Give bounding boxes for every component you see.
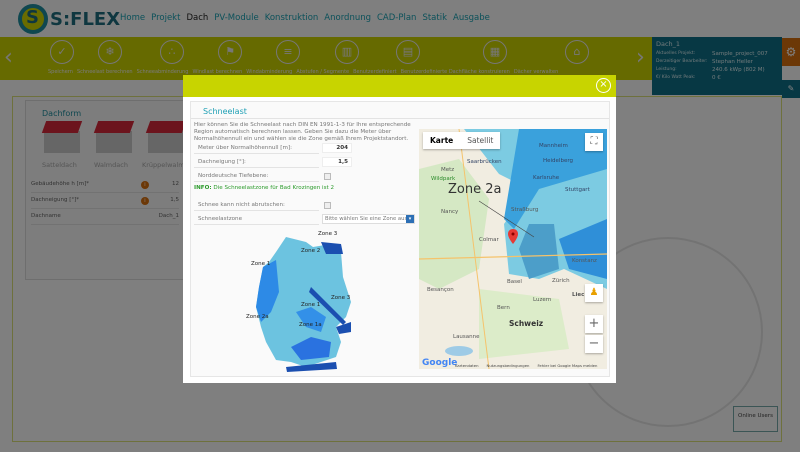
map-place: Wildpark xyxy=(431,176,456,182)
panel-title: Schneelast xyxy=(203,107,247,116)
google-map[interactable]: Karte Satellit ⛶ ♟ + − Zone 2a Metz Wild… xyxy=(419,129,607,369)
terms-link[interactable]: Nutzungsbedingungen xyxy=(487,363,530,368)
map-data-link[interactable]: Kartendaten xyxy=(455,363,479,368)
tab-satellit[interactable]: Satellit xyxy=(460,132,500,149)
map-place: Heidelberg xyxy=(543,158,573,164)
info-text: Die Schneelastzone für Bad Krozingen ist… xyxy=(213,185,335,191)
zone-label-1a: Zone 1a xyxy=(299,322,322,328)
map-place: Luzern xyxy=(533,297,552,303)
zone-label: Schneelastzone xyxy=(194,214,319,225)
height-input[interactable]: 204 xyxy=(322,143,352,153)
lowland-row: Norddeutsche Tiefebene: xyxy=(194,171,419,182)
schneelast-modal: × Schneelast Hier können Sie die Schneel… xyxy=(183,75,616,383)
map-place: Lausanne xyxy=(453,334,480,340)
map-place: Schweiz xyxy=(509,319,544,328)
pegman-icon[interactable]: ♟ xyxy=(585,284,603,302)
info-prefix: INFO: xyxy=(194,185,212,191)
info-message: INFO: Die Schneelastzone für Bad Krozing… xyxy=(194,185,334,191)
map-place: Straßburg xyxy=(511,207,539,213)
tab-karte[interactable]: Karte xyxy=(423,132,460,149)
google-logo: Google xyxy=(422,358,458,368)
map-place: Saarbrücken xyxy=(467,159,502,165)
fullscreen-icon[interactable]: ⛶ xyxy=(585,133,603,151)
zoom-out-icon[interactable]: − xyxy=(585,335,603,353)
slope-label: Dachneigung [°]: xyxy=(194,157,319,168)
schneelast-panel: Schneelast Hier können Sie die Schneelas… xyxy=(190,101,610,377)
zone-label-1: Zone 1 xyxy=(301,302,321,308)
map-place: Colmar xyxy=(479,237,499,243)
slide-checkbox[interactable] xyxy=(324,202,331,209)
lowland-checkbox[interactable] xyxy=(324,173,331,180)
height-row: Meter über Normalhöhennull [m]: 204 xyxy=(194,143,419,154)
map-place: Zürich xyxy=(552,278,570,284)
slide-label: Schnee kann nicht abrutschen: xyxy=(194,200,319,211)
chevron-down-icon[interactable]: ▾ xyxy=(406,215,414,223)
zone-label-1: Zone 1 xyxy=(251,261,271,267)
map-place: Karlsruhe xyxy=(533,175,560,181)
zone-label-2: Zone 2 xyxy=(301,248,321,254)
map-pin-icon[interactable] xyxy=(508,229,518,244)
height-label: Meter über Normalhöhennull [m]: xyxy=(194,143,319,154)
map-place: Stuttgart xyxy=(565,187,590,193)
map-place: Liec xyxy=(572,292,585,298)
close-icon[interactable]: × xyxy=(596,78,611,93)
map-type-control: Karte Satellit xyxy=(423,132,501,149)
description-text: Hier können Sie die Schneelast nach DIN … xyxy=(194,122,411,142)
zone-select-value: Bitte wählen Sie eine Zone aus xyxy=(325,216,408,222)
map-place: Metz xyxy=(441,167,455,173)
map-place: Besançon xyxy=(427,287,454,293)
zoom-in-icon[interactable]: + xyxy=(585,315,603,333)
zone-label-2a: Zone 2a xyxy=(246,314,269,320)
map-zone-label: Zone 2a xyxy=(448,182,502,197)
slope-input[interactable]: 1,5 xyxy=(322,157,352,167)
slide-row: Schnee kann nicht abrutschen: xyxy=(194,200,419,211)
zone-label-3: Zone 3 xyxy=(318,231,338,237)
report-error-link[interactable]: Fehler bei Google Maps melden xyxy=(537,363,597,368)
map-place: Bern xyxy=(497,305,510,311)
map-place: Konstanz xyxy=(572,258,597,264)
zone-select[interactable]: Bitte wählen Sie eine Zone aus ▾ xyxy=(322,214,415,224)
snow-zone-map: Zone 3 Zone 2 Zone 1 Zone 1 Zone 3 Zone … xyxy=(246,231,361,374)
map-place: Basel xyxy=(507,279,522,285)
zone-row: Schneelastzone Bitte wählen Sie eine Zone… xyxy=(194,214,419,225)
slope-row: Dachneigung [°]: 1,5 xyxy=(194,157,419,168)
zone-label-3: Zone 3 xyxy=(331,295,351,301)
map-tiles xyxy=(419,129,607,369)
lowland-label: Norddeutsche Tiefebene: xyxy=(194,171,319,182)
map-place: Mannheim xyxy=(539,143,568,149)
map-place: Nancy xyxy=(441,209,459,215)
modal-header: × xyxy=(183,75,616,97)
map-footer: Kartendaten Nutzungsbedingungen Fehler b… xyxy=(455,363,597,368)
